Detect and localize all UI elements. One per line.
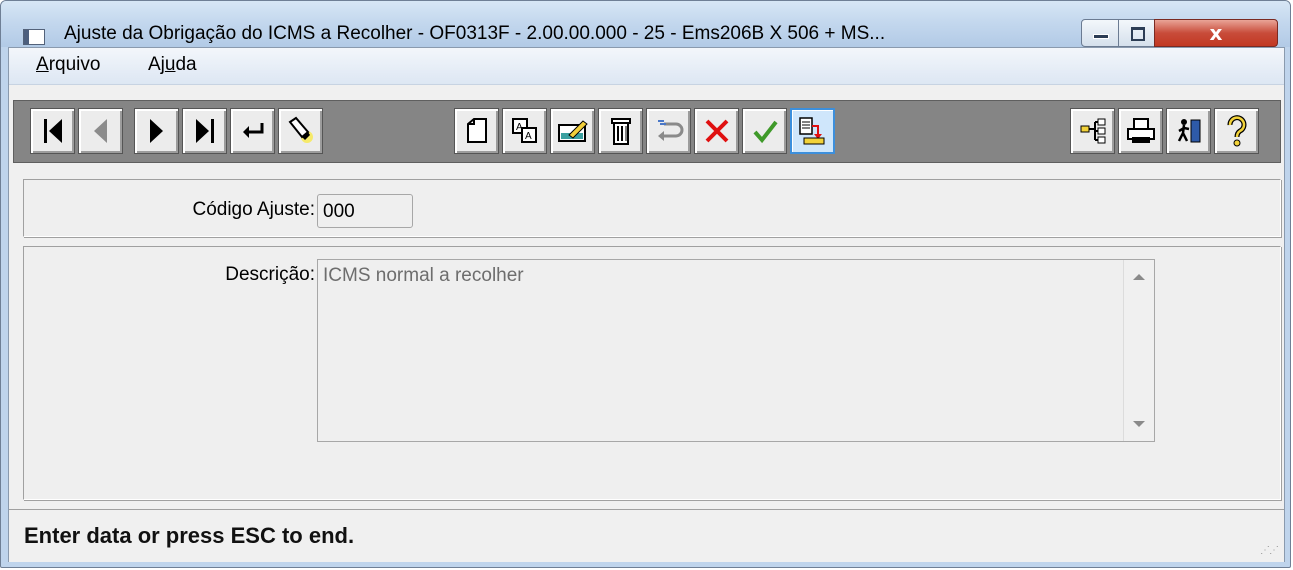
first-record-button[interactable] [30,108,75,154]
maximize-button[interactable] [1118,19,1155,47]
description-text: ICMS normal a recolher [323,265,524,286]
status-bar: Enter data or press ESC to end. ⋰⋰ [9,509,1284,562]
description-label: Descrição: [225,264,315,285]
application-window: Ajuste da Obrigação do ICMS a Recolher -… [0,0,1291,568]
minimize-icon [1093,34,1109,39]
first-icon [43,119,62,143]
query-button[interactable] [1070,108,1115,154]
tree-icon [1080,118,1105,144]
menu-ajuda[interactable]: Ajuda [148,54,197,76]
copy-button[interactable]: AA [502,108,547,154]
minimize-button[interactable] [1081,19,1119,47]
undo-icon [657,120,683,141]
previous-record-button[interactable] [78,108,123,154]
edit-button[interactable] [550,108,595,154]
scroll-down-icon[interactable] [1133,421,1145,427]
menu-arquivo[interactable]: Arquivo [36,54,100,76]
menu-ajuda-mnemonic: u [164,54,176,75]
client-area: Arquivo Ajuda A A Código Ajuste: 000 Des… [8,47,1285,562]
exit-door-icon [1177,119,1200,143]
last-icon [195,119,214,143]
scroll-up-icon[interactable] [1133,274,1145,280]
resize-grip-icon[interactable]: ⋰⋰ [1260,545,1279,556]
description-section: Descrição: ICMS normal a recolher [23,246,1281,500]
window-icon[interactable] [23,29,45,45]
red-x-icon [705,119,728,143]
status-message: Enter data or press ESC to end. [24,523,355,548]
code-section: Código Ajuste: 000 [23,179,1281,237]
delete-button[interactable] [598,108,643,154]
description-field[interactable]: ICMS normal a recolher [317,259,1155,442]
maximize-icon [1131,27,1145,41]
title-bar[interactable]: Ajuste da Obrigação do ICMS a Recolher -… [1,1,1290,47]
menu-ajuda-start: Aj [148,54,165,75]
menu-ajuda-rest: da [175,54,197,75]
print-button[interactable] [1118,108,1163,154]
new-document-icon [466,118,487,143]
save-button[interactable] [742,108,787,154]
zoom-list-icon [798,117,824,145]
menu-arquivo-mnemonic: A [36,54,49,75]
return-arrow-icon [242,123,263,138]
printer-icon [1126,118,1155,143]
undo-button[interactable] [646,108,691,154]
close-button[interactable]: x [1154,19,1278,47]
code-label: Código Ajuste: [192,199,315,220]
new-button[interactable] [454,108,499,154]
green-check-icon [752,120,778,144]
last-record-button[interactable] [182,108,227,154]
search-button[interactable] [278,108,323,154]
close-icon: x [1209,21,1223,45]
window-title: Ajuste da Obrigação do ICMS a Recolher -… [64,23,886,44]
svg-text:A: A [525,131,532,142]
trash-icon [610,118,631,145]
svg-text:A: A [516,122,523,133]
edit-icon [557,120,588,142]
help-button[interactable] [1214,108,1259,154]
cancel-button[interactable] [694,108,739,154]
description-scrollbar[interactable] [1123,260,1154,441]
menu-bar: Arquivo Ajuda [9,48,1284,85]
menu-arquivo-rest: rquivo [48,54,101,75]
related-button[interactable] [790,108,835,154]
question-icon [1227,115,1246,147]
goto-record-button[interactable] [230,108,275,154]
previous-icon [94,119,107,143]
next-record-button[interactable] [134,108,179,154]
exit-button[interactable] [1166,108,1211,154]
copy-icon: AA [511,118,537,143]
toolbar: AA [13,100,1281,163]
code-field[interactable]: 000 [317,194,413,228]
next-icon [150,119,163,143]
flashlight-icon [288,116,313,143]
